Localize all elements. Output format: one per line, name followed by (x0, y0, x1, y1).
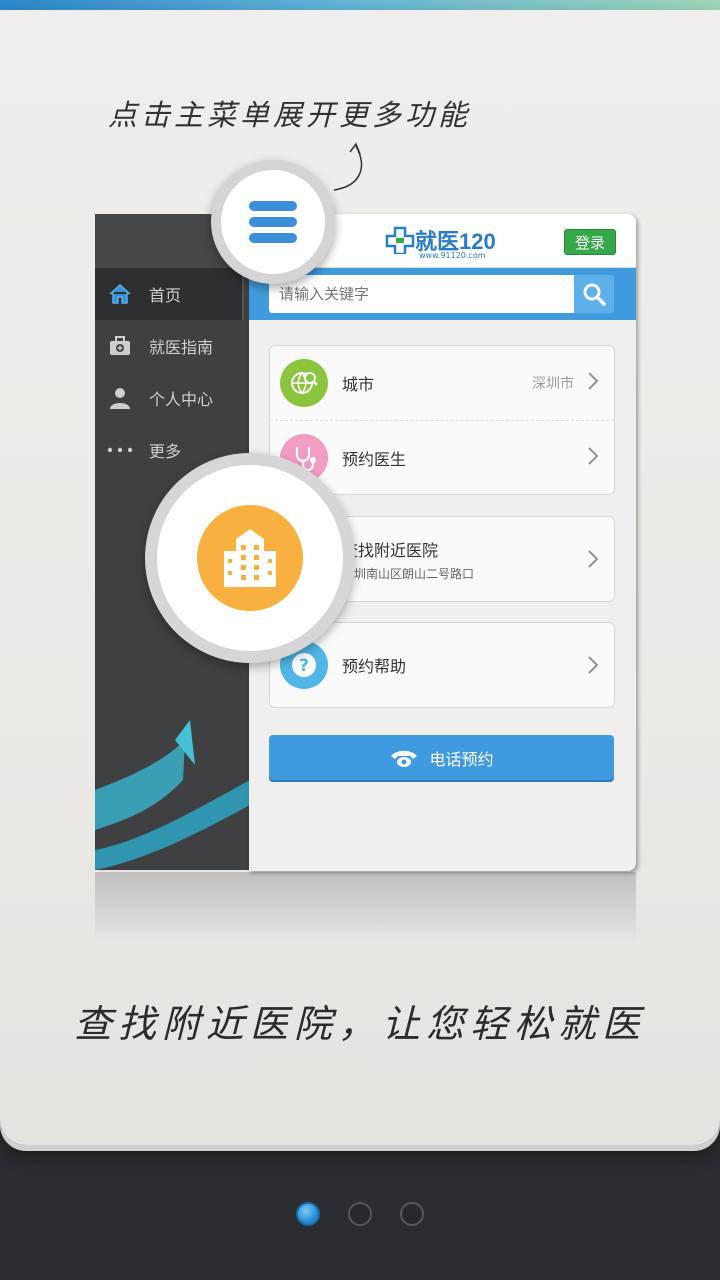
more-dots-icon (105, 438, 135, 462)
curved-arrow-icon (333, 142, 363, 191)
city-value: 深圳市 (532, 376, 574, 392)
search-bar (249, 268, 636, 320)
chevron-right-icon (588, 372, 598, 390)
menu-item-label: 预约帮助 (342, 657, 407, 676)
home-icon (105, 282, 135, 306)
menu-item-label: 预约医生 (342, 449, 407, 469)
menu-item-help[interactable]: ? 预约帮助 (270, 623, 614, 707)
medical-kit-icon (105, 334, 135, 358)
sidebar-item-label: 更多 (149, 442, 182, 461)
logo-subtext: www.91120.com (419, 251, 486, 260)
page-dot-3[interactable] (400, 1202, 424, 1226)
hospital-address: 深圳南山区朗山二号路口 (342, 566, 475, 581)
main-menu-button[interactable] (211, 160, 335, 284)
search-icon (583, 283, 606, 306)
ribbon-decoration (95, 720, 250, 870)
sidebar-item-guide[interactable]: 就医指南 (95, 320, 250, 372)
search-button[interactable] (574, 275, 614, 313)
menu-item-city[interactable]: 城市 深圳市 (270, 346, 614, 420)
page-dot-1[interactable] (296, 1202, 320, 1226)
svg-text:?: ? (299, 656, 309, 676)
phone-booking-button[interactable]: 电话预约 (269, 735, 614, 780)
hint-text: 点击主菜单展开更多功能 (108, 98, 472, 132)
chevron-right-icon (588, 550, 598, 568)
menu-item-label: 城市 (342, 375, 375, 394)
login-button[interactable]: 登录 (564, 229, 616, 255)
sidebar-item-label: 首页 (149, 286, 182, 305)
top-accent-strip (0, 0, 720, 10)
chevron-right-icon (588, 447, 598, 465)
city-globe-icon (280, 359, 328, 407)
chevron-right-icon (588, 656, 598, 674)
screen-reflection (95, 872, 636, 942)
telephone-icon (391, 750, 418, 767)
sidebar-item-home[interactable]: 首页 (95, 268, 244, 320)
user-icon (105, 386, 135, 410)
page-dot-2[interactable] (348, 1202, 372, 1226)
sidebar-item-label: 个人中心 (149, 390, 214, 409)
search-input[interactable] (269, 275, 574, 313)
hospital-building-icon (197, 505, 303, 611)
caption-text: 查找附近医院，让您轻松就医 (73, 1002, 646, 1046)
cross-logo-icon (385, 226, 415, 254)
phone-booking-label: 电话预约 (429, 749, 494, 769)
page-indicator (296, 1202, 424, 1226)
menu-group-main: 城市 深圳市 预约医生 (269, 345, 615, 495)
menu-item-label: 查找附近医院 (342, 540, 439, 560)
nearby-hospital-highlight[interactable] (145, 453, 355, 663)
sidebar-item-profile[interactable]: 个人中心 (95, 372, 250, 424)
sidebar-item-label: 就医指南 (149, 338, 214, 357)
hamburger-menu-icon (249, 201, 297, 243)
